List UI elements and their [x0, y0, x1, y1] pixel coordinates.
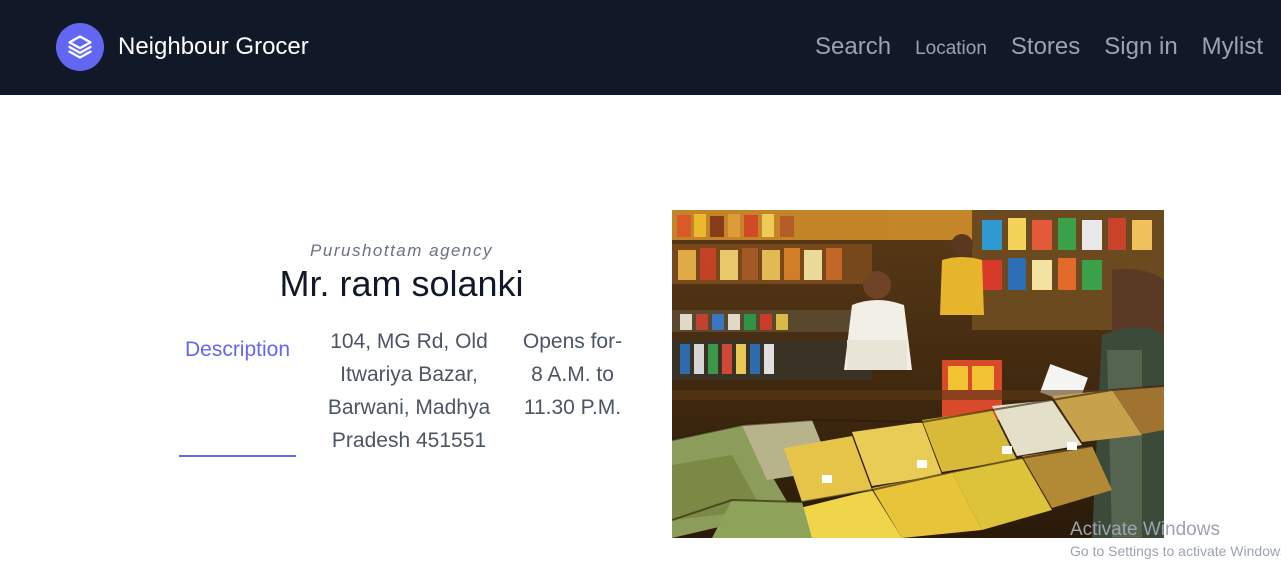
tab-description[interactable]: Description [179, 338, 296, 457]
agency-name: Purushottam agency [310, 241, 493, 260]
main-nav: Search Location Stores Sign in Mylist [791, 33, 1263, 61]
nav-mylist[interactable]: Mylist [1202, 33, 1263, 61]
brand[interactable]: Neighbour Grocer [56, 23, 309, 71]
nav-stores[interactable]: Stores [1011, 33, 1080, 61]
store-hours: Opens for- 8 A.M. to 11.30 P.M. [522, 330, 623, 419]
nav-search[interactable]: Search [815, 33, 891, 61]
nav-location[interactable]: Location [915, 38, 987, 60]
owner-name: Mr. ram solanki [279, 263, 524, 304]
store-address: 104, MG Rd, Old Itwariya Bazar, Barwani,… [327, 330, 491, 452]
watermark-title: Activate Windows [1070, 519, 1220, 540]
nav-sign-in[interactable]: Sign in [1104, 33, 1177, 61]
navbar: Neighbour Grocer Search Location Stores … [0, 0, 1281, 95]
layers-icon [56, 23, 104, 71]
store-photo [672, 210, 1164, 538]
activate-windows-watermark: Activate Windows Go to Settings to activ… [1070, 519, 1281, 559]
watermark-subtitle: Go to Settings to activate Windows. [1070, 543, 1281, 559]
brand-name: Neighbour Grocer [118, 33, 309, 60]
